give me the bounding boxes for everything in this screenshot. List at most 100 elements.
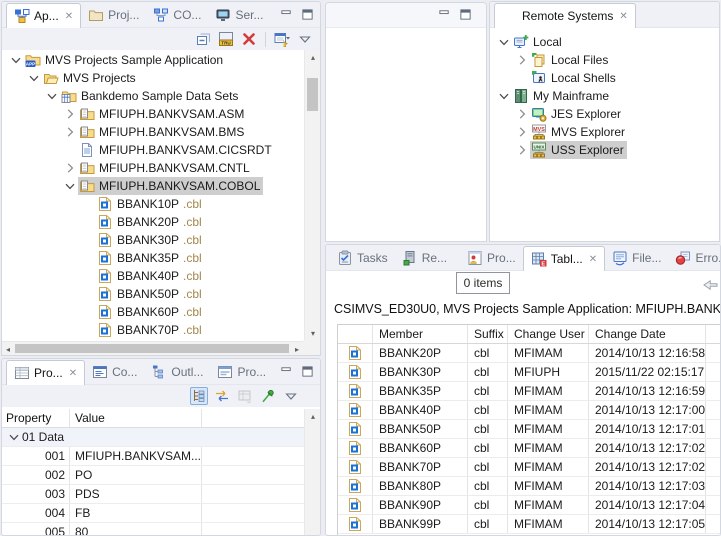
explorer-tree-item-mvs-projects-sample-application[interactable]: APPMVS Projects Sample Application (2, 51, 303, 69)
minimize-icon[interactable] (280, 8, 293, 21)
explorer-tree-item-bbank20p[interactable]: BBANK20P.cbl (2, 213, 303, 231)
member-row-bbank90p[interactable]: BBANK90PcblMFIMAM2014/10/13 12:17:04 (338, 496, 720, 515)
explorer-tree-item-mfiuph-bankvsam-cntl[interactable]: MFIUPH.BANKVSAM.CNTL (2, 159, 303, 177)
explorer-vertical-scrollbar[interactable]: ▴ ▾ (304, 50, 320, 340)
remote-tree-item-mvs-explorer[interactable]: MVSMVS Explorer (490, 123, 719, 141)
explorer-tree-item-bbank50p[interactable]: BBANK50P.cbl (2, 285, 303, 303)
delete-button[interactable] (240, 30, 258, 48)
chevron-collapsed-icon[interactable] (514, 124, 530, 140)
column-header-value[interactable]: Value (70, 409, 202, 427)
chevron-collapsed-icon[interactable] (62, 160, 78, 176)
collapse-all-button[interactable] (194, 30, 212, 48)
restore-button[interactable] (236, 387, 254, 405)
member-row-bbank70p[interactable]: BBANK70PcblMFIMAM2014/10/13 12:17:02 (338, 458, 720, 477)
column-header-change-date[interactable]: Change Date (589, 325, 706, 343)
column-header-property[interactable]: Property (2, 409, 70, 427)
remote-tree-item-local-shells[interactable]: Local Shells (490, 69, 719, 87)
scroll-up-icon[interactable]: ▴ (305, 409, 321, 423)
chevron-expanded-icon[interactable] (62, 178, 78, 194)
chevron-expanded-icon[interactable] (496, 88, 512, 104)
column-header-suffix[interactable]: Suffix (468, 325, 508, 343)
explorer-tree-item-bbank10p[interactable]: BBANK10P.cbl (2, 195, 303, 213)
explorer-tab-co[interactable]: CO... (146, 3, 208, 27)
member-row-bbank20p[interactable]: BBANK20PcblMFIMAM2014/10/13 12:16:58 (338, 344, 720, 363)
table-tab-pro[interactable]: Pro... (460, 246, 523, 270)
explorer-tree-item-bbank30p[interactable]: BBANK30P.cbl (2, 231, 303, 249)
editor-empty-area[interactable] (326, 28, 486, 242)
view-menu-button[interactable] (273, 30, 291, 48)
column-header-change-user[interactable]: Change User (508, 325, 589, 343)
explorer-tree-item-bbank35p[interactable]: BBANK35P.cbl (2, 249, 303, 267)
view-chevron-button[interactable] (282, 387, 300, 405)
explorer-tree-item-mfiuph-bankvsam-bms[interactable]: MFIUPH.BANKVSAM.BMS (2, 123, 303, 141)
remote-tree-item-uss-explorer[interactable]: UNIXUSS Explorer (490, 141, 719, 159)
member-row-bbank99p[interactable]: BBANK99PcblMFIMAM2014/10/13 12:17:05 (338, 515, 720, 534)
scroll-down-icon[interactable]: ▾ (305, 326, 321, 340)
properties-tab-outl[interactable]: Outl... (144, 360, 210, 384)
member-row-bbank80p[interactable]: BBANK80PcblMFIMAM2014/10/13 12:17:03 (338, 477, 720, 496)
tab-remote-systems[interactable]: Remote Systems ✕ (494, 3, 636, 28)
property-row-002[interactable]: 002PO (2, 466, 304, 485)
scroll-thumb[interactable] (15, 344, 289, 353)
close-tab-icon[interactable]: ✕ (65, 11, 73, 22)
properties-tab-pro[interactable]: Pro... (210, 360, 273, 384)
properties-tab-pro[interactable]: Pro...✕ (6, 360, 85, 385)
explorer-tree-item-mfiuph-bankvsam-cicsrdt[interactable]: MFIUPH.BANKVSAM.CICSRDT (2, 141, 303, 159)
chevron-collapsed-icon[interactable] (62, 106, 78, 122)
explorer-horizontal-scrollbar[interactable]: ◂ ▸ (2, 341, 303, 355)
member-row-bbank60p[interactable]: BBANK60PcblMFIMAM2014/10/13 12:17:02 (338, 439, 720, 458)
properties-tab-co[interactable]: Co... (85, 360, 144, 384)
back-arrow-icon[interactable] (702, 277, 718, 293)
member-row-bbank30p[interactable]: BBANK30PcblMFIUPH2015/11/22 02:15:17 (338, 363, 720, 382)
explorer-tab-ap[interactable]: Ap...✕ (6, 3, 81, 28)
member-row-bbank40p[interactable]: BBANK40PcblMFIMAM2014/10/13 12:17:00 (338, 401, 720, 420)
pin-button[interactable] (259, 387, 277, 405)
maximize-icon[interactable] (301, 8, 314, 21)
chevron-expanded-icon[interactable] (496, 34, 512, 50)
maximize-icon[interactable] (301, 365, 314, 378)
chevron-collapsed-icon[interactable] (514, 106, 530, 122)
column-header-member[interactable]: Member (373, 325, 468, 343)
chevron-collapsed-icon[interactable] (514, 52, 530, 68)
explorer-tree-item-bbank60p[interactable]: BBANK60P.cbl (2, 303, 303, 321)
explorer-tree-item-mvs-projects[interactable]: MVS Projects (2, 69, 303, 87)
properties-vertical-scrollbar[interactable]: ▴ (304, 409, 320, 535)
table-tab-file[interactable]: File... (605, 246, 668, 270)
chevron-expanded-icon[interactable] (6, 429, 22, 445)
chevron-collapsed-icon[interactable] (514, 142, 530, 158)
remote-tree-item-local-files[interactable]: Local Files (490, 51, 719, 69)
scroll-right-icon[interactable]: ▸ (291, 342, 303, 356)
remote-tree-item-my-mainframe[interactable]: My Mainframe (490, 87, 719, 105)
tree-mode-button[interactable] (190, 387, 208, 405)
property-row-005[interactable]: 00580 (2, 523, 304, 536)
explorer-tree-item-bbank70p[interactable]: BBANK70P.cbl (2, 321, 303, 339)
close-tab-icon[interactable]: ✕ (69, 368, 77, 379)
table-tab-erro[interactable]: Erro... (668, 246, 721, 270)
chevron-expanded-icon[interactable] (26, 70, 42, 86)
remote-tree-item-local[interactable]: Local (490, 33, 719, 51)
view-chevron-button[interactable] (296, 30, 314, 48)
explorer-tree-item-bbank40p[interactable]: BBANK40P.cbl (2, 267, 303, 285)
property-row-001[interactable]: 001MFIUPH.BANKVSAM.... (2, 447, 304, 466)
remote-tree-item-jes-explorer[interactable]: JES Explorer (490, 105, 719, 123)
minimize-icon[interactable] (280, 365, 293, 378)
scroll-up-icon[interactable]: ▴ (305, 50, 321, 64)
close-tab-icon[interactable]: ✕ (589, 254, 597, 265)
maximize-icon[interactable] (459, 8, 472, 21)
table-tab-re[interactable]: Re... (395, 246, 454, 270)
tru-button[interactable]: TRU (217, 30, 235, 48)
close-tab-icon[interactable]: ✕ (619, 11, 627, 22)
table-tab-tabl[interactable]: ETabl...✕ (523, 246, 605, 271)
explorer-tab-proj[interactable]: Proj... (81, 3, 146, 27)
member-row-bbank35p[interactable]: BBANK35PcblMFIMAM2014/10/13 12:16:59 (338, 382, 720, 401)
minimize-icon[interactable] (438, 8, 451, 21)
scroll-thumb[interactable] (307, 78, 318, 111)
explorer-tab-ser[interactable]: Ser... (208, 3, 270, 27)
sort-arrows-button[interactable] (213, 387, 231, 405)
table-tab-tasks[interactable]: Tasks (330, 246, 395, 270)
chevron-expanded-icon[interactable] (8, 52, 24, 68)
chevron-expanded-icon[interactable] (44, 88, 60, 104)
explorer-tree-item-bankdemo-sample-data-sets[interactable]: Bankdemo Sample Data Sets (2, 87, 303, 105)
property-row-003[interactable]: 003PDS (2, 485, 304, 504)
explorer-tree-item-mfiuph-bankvsam-cobol[interactable]: MFIUPH.BANKVSAM.COBOL (2, 177, 303, 195)
